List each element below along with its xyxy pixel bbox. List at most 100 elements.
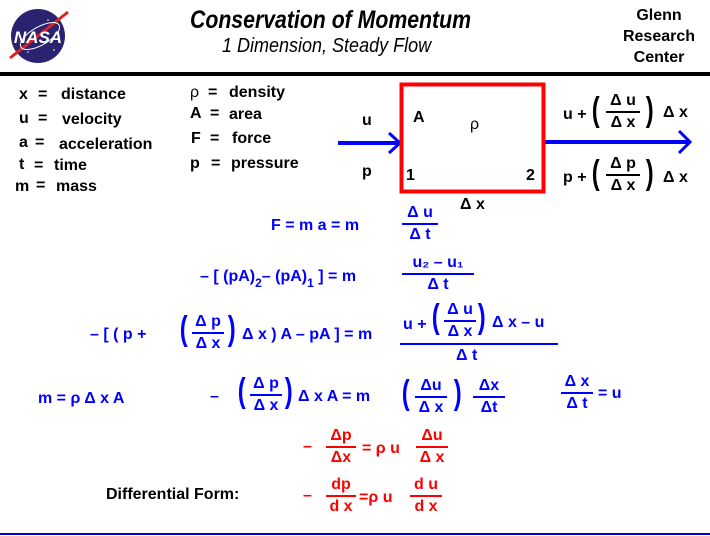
- footer-divider: [0, 533, 710, 535]
- fraction-bar: [415, 396, 447, 398]
- dp-dx-fraction: dp d x: [326, 476, 356, 516]
- term: ] = m: [313, 268, 357, 285]
- open-paren: (: [431, 298, 440, 336]
- open-paren: (: [237, 372, 246, 410]
- fraction-denominator: Δ x: [419, 449, 445, 466]
- outlet-pressure-fraction: Δ p Δ x: [606, 155, 640, 195]
- outlet-pressure-tail: Δ x: [663, 169, 688, 186]
- close-paren: ): [477, 298, 486, 336]
- open-paren: (: [179, 310, 188, 348]
- inlet-velocity-label: u: [362, 112, 372, 129]
- fraction-numerator: Δ p: [253, 375, 279, 392]
- density-label: ρ: [470, 116, 480, 133]
- equation-lead: – [ ( p +: [90, 326, 147, 343]
- fraction-numerator: Δ u: [407, 204, 433, 221]
- fraction-numerator: dp: [331, 476, 351, 493]
- fraction-denominator: Δ x: [418, 399, 444, 416]
- outlet-velocity-lead: u +: [563, 106, 587, 123]
- fraction-denominator: Δx: [330, 449, 352, 466]
- equation-lead: –: [303, 487, 312, 504]
- subscript: 1: [307, 276, 314, 290]
- fraction-bar: [416, 446, 448, 448]
- fraction-denominator: Δ x: [195, 335, 221, 352]
- equation-mid: = ρ u: [362, 440, 400, 457]
- fraction-numerator: Δp: [330, 427, 352, 444]
- outlet-arrow: [545, 129, 693, 155]
- fraction-numerator: Δ p: [610, 155, 636, 172]
- outlet-velocity-tail: Δ x: [663, 104, 688, 121]
- numerator-lead: u +: [403, 316, 427, 333]
- fraction-bar: [250, 394, 282, 396]
- close-paren: ): [645, 91, 654, 129]
- fraction-numerator: Δx: [478, 377, 500, 394]
- equation-lhs: – [ (pA)2– (pA)1 ] = m: [200, 268, 356, 290]
- station-1-label: 1: [406, 167, 415, 184]
- velocity-rhs: = u: [598, 385, 622, 402]
- fraction-bar: [402, 273, 474, 275]
- inlet-pressure-label: p: [362, 163, 372, 180]
- outlet-velocity-fraction: Δ u Δ x: [606, 92, 640, 132]
- fraction-numerator: u₂ – u₁: [412, 254, 464, 271]
- velocity-gradient-fraction: Δ u Δ x: [444, 301, 476, 341]
- fraction-denominator: Δ t: [456, 347, 478, 364]
- equation-mid: =ρ u: [359, 489, 393, 506]
- equation-fraction: Δ u Δ t: [402, 204, 438, 244]
- fraction-bar: [192, 332, 224, 334]
- fraction-bar: [326, 446, 356, 448]
- fraction-bar: [561, 392, 593, 394]
- numerator-tail: Δ x – u: [492, 314, 545, 331]
- subscript: 2: [255, 276, 262, 290]
- fraction-numerator: Δu: [420, 377, 442, 394]
- term: – (pA): [261, 268, 308, 285]
- fraction-denominator: Δ x: [447, 323, 473, 340]
- close-paren: ): [227, 310, 236, 348]
- open-paren: (: [401, 374, 410, 412]
- velocity-gradient-fraction: Δu Δ x: [415, 377, 447, 417]
- pressure-gradient-fraction: Δp Δx: [326, 427, 356, 467]
- velocity-gradient-fraction: Δu Δ x: [416, 427, 448, 467]
- open-paren: (: [591, 154, 600, 192]
- fraction-denominator: Δt: [480, 399, 498, 416]
- fraction-numerator: Δ u: [610, 92, 636, 109]
- pressure-gradient-fraction: Δ p Δ x: [192, 313, 224, 353]
- inlet-arrow: [338, 131, 403, 155]
- fraction-bar: [473, 396, 505, 398]
- equation-fraction: u₂ – u₁ Δ t: [402, 254, 474, 294]
- close-paren: ): [284, 372, 293, 410]
- fraction-denominator: Δ x: [253, 397, 279, 414]
- fraction-denominator: Δ t: [409, 226, 431, 243]
- close-paren: ): [453, 374, 462, 412]
- fraction-denominator: Δ x: [610, 114, 636, 131]
- differential-form-label: Differential Form:: [106, 486, 240, 503]
- fraction-bar: [402, 223, 438, 225]
- fraction-denominator: d x: [329, 498, 353, 515]
- equation-lead: –: [210, 388, 219, 405]
- mass-definition: m = ρ Δ x A: [38, 390, 125, 407]
- fraction-bar: [400, 343, 558, 345]
- dx-dt-fraction: Δ x Δ t: [561, 373, 593, 413]
- open-paren: (: [591, 91, 600, 129]
- fraction-bar: [606, 111, 640, 113]
- fraction-denominator: Δ t: [427, 276, 449, 293]
- area-label: A: [413, 109, 425, 126]
- delta-x-width-label: Δ x: [460, 196, 485, 213]
- du-dx-fraction: d u d x: [410, 476, 442, 516]
- station-2-label: 2: [526, 167, 535, 184]
- dx-dt-fraction: Δx Δt: [473, 377, 505, 417]
- close-paren: ): [645, 154, 654, 192]
- equation-mid: Δ x A = m: [298, 388, 371, 405]
- fraction-bar: [326, 495, 356, 497]
- equation-lhs: F = m a = m: [271, 217, 360, 234]
- fraction-bar: [606, 174, 640, 176]
- equation-lead: –: [303, 438, 312, 455]
- fraction-denominator: d x: [414, 498, 438, 515]
- fraction-numerator: Δu: [421, 427, 443, 444]
- pressure-gradient-fraction: Δ p Δ x: [250, 375, 282, 415]
- fraction-denominator: Δ t: [566, 395, 588, 412]
- fraction-numerator: Δ p: [195, 313, 221, 330]
- term: – [ (pA): [200, 268, 256, 285]
- fraction-numerator: d u: [414, 476, 438, 493]
- fraction-numerator: Δ u: [447, 301, 473, 318]
- equation-mid: Δ x ) A – pA ] = m: [242, 326, 373, 343]
- control-volume-box: [399, 82, 546, 194]
